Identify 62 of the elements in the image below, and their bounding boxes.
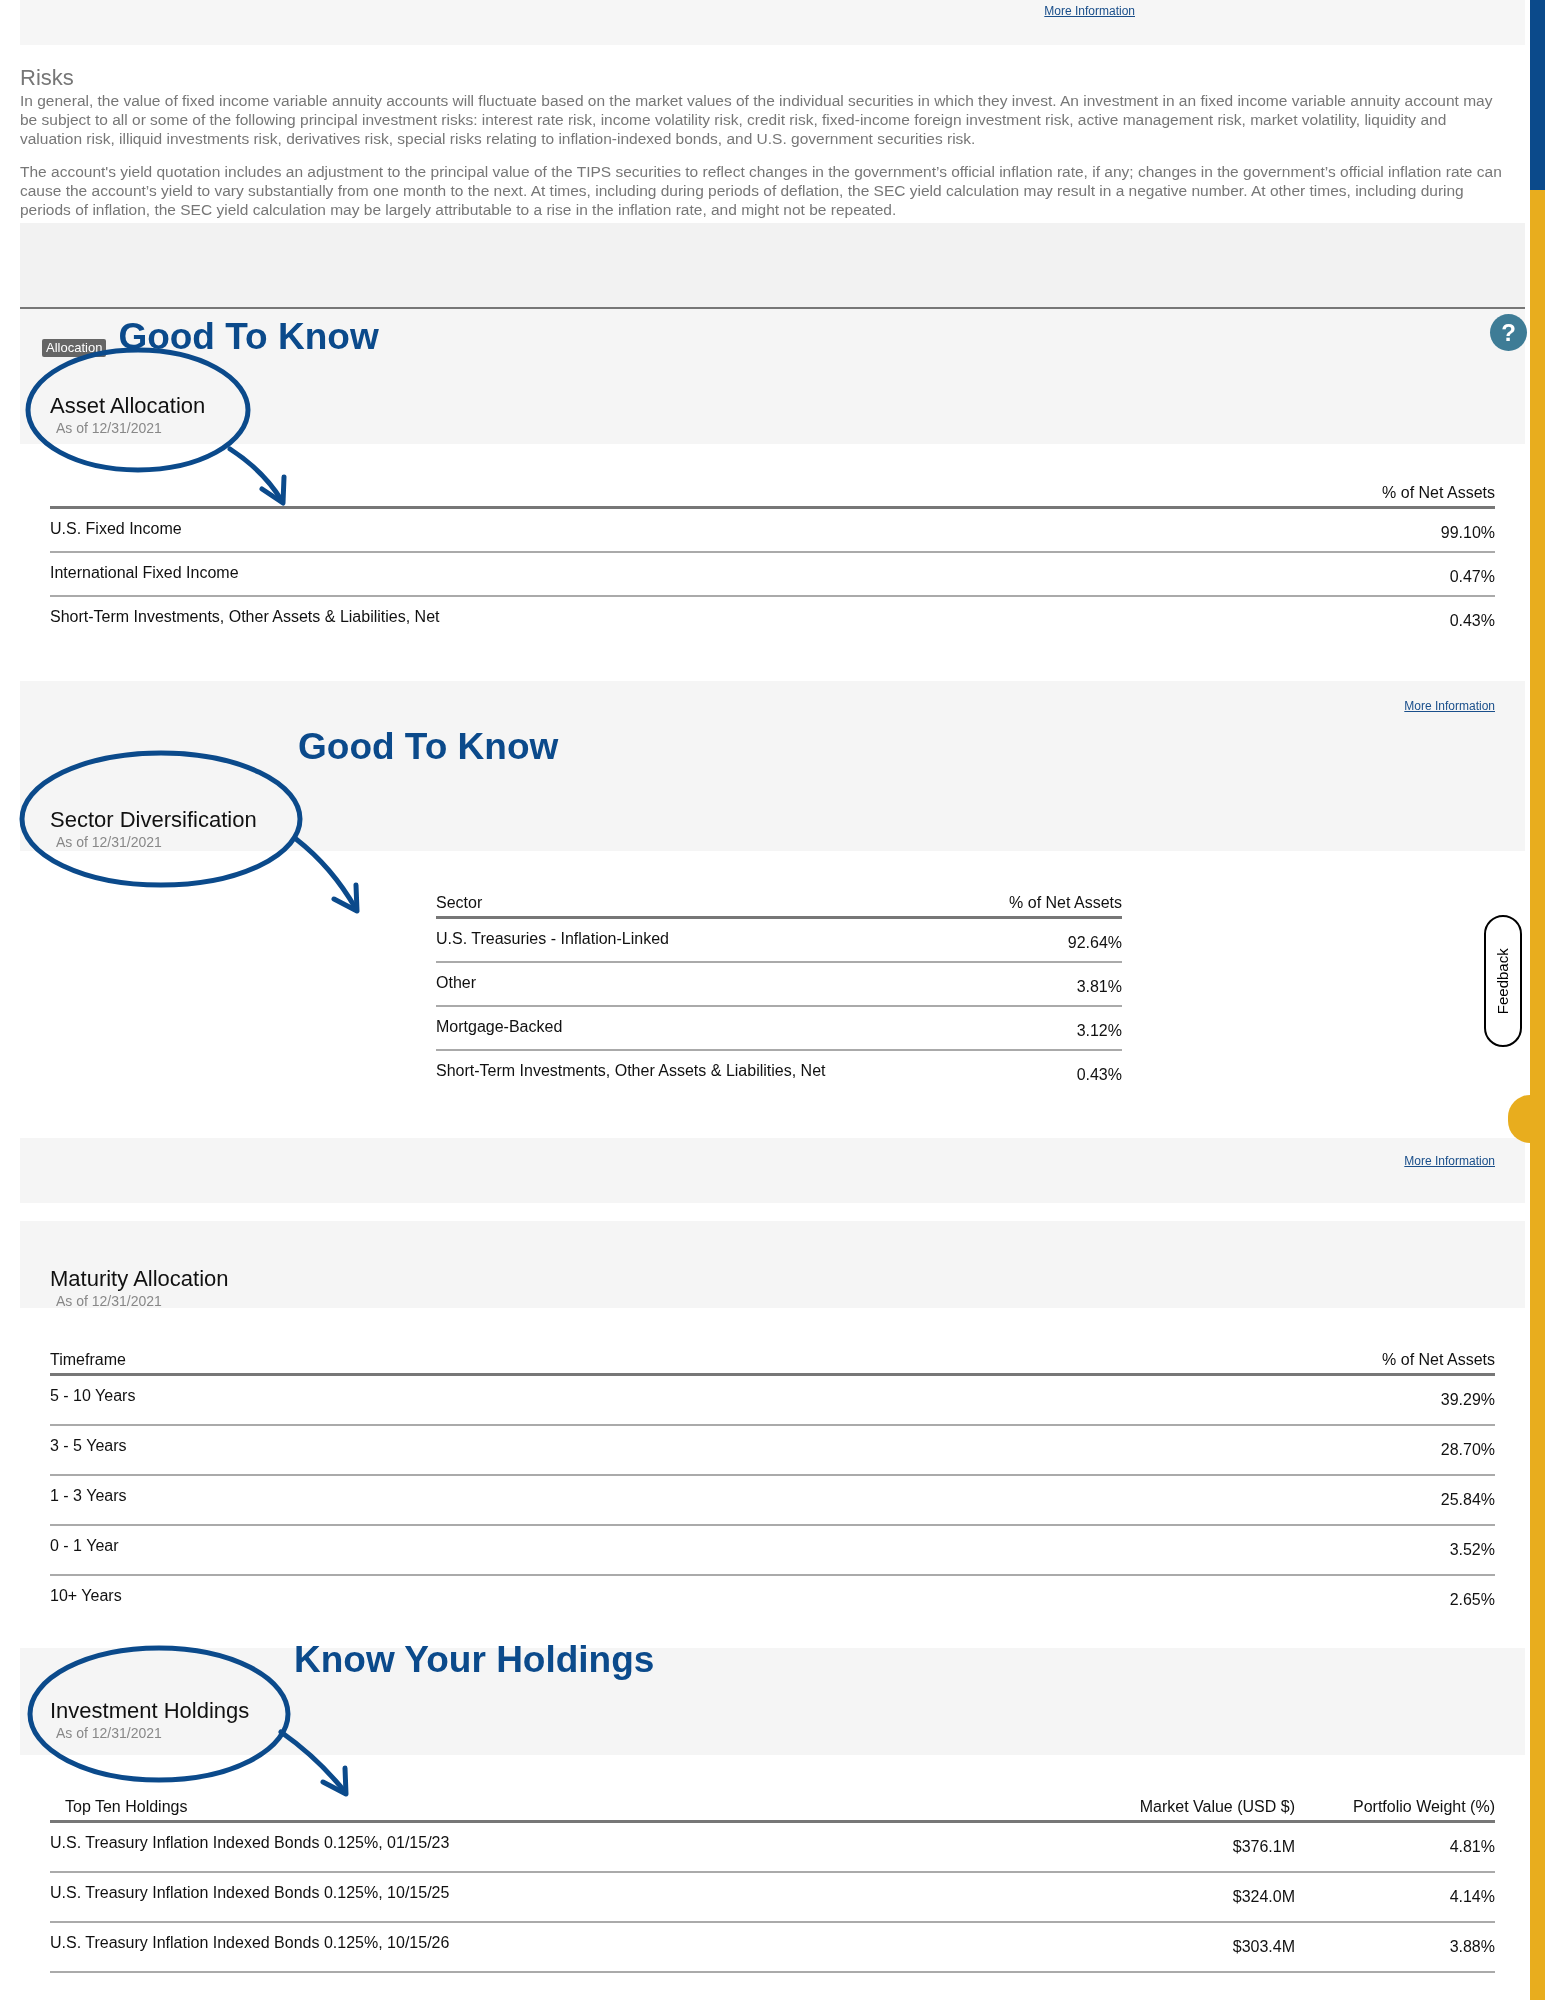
column-header: Top Ten Holdings [64, 1797, 189, 1817]
table-cell-text: 1 - 3 Years [50, 1486, 128, 1506]
table-cell-text: U.S. Treasury Inflation Indexed Bonds 0.125%, 01/15/23 [50, 1833, 451, 1853]
column-header: % of Net Assets [1008, 893, 1122, 913]
table-cell-text: Short-Term Investments, Other Assets & Liabilities, Net [436, 1061, 827, 1081]
table-cell-text: U.S. Fixed Income [50, 519, 183, 539]
table-cell-text: Other [436, 973, 477, 993]
more-information-link[interactable]: More Information [1404, 1152, 1495, 1203]
table-cell-text: 92.64% [1066, 933, 1122, 953]
column-header: % of Net Assets [1381, 1350, 1495, 1370]
as-of-date: As of 12/31/2021 [56, 419, 162, 437]
column-header: Portfolio Weight (%) [1352, 1797, 1495, 1817]
table-cell-text: 3.88% [1448, 1937, 1495, 1957]
as-of-date: As of 12/31/2021 [56, 833, 162, 851]
section-title: Maturity Allocation [50, 1266, 229, 1292]
column-header: Sector [436, 893, 484, 913]
table-cell-text: 99.10% [1439, 523, 1495, 543]
table-cell-text: 0 - 1 Year [50, 1536, 120, 1556]
annotation-heading: Know Your Holdings [294, 1640, 655, 1680]
section-title: Investment Holdings [50, 1698, 250, 1724]
more-information-link[interactable]: More Information [1404, 697, 1495, 763]
table-cell-text: 25.84% [1439, 1490, 1495, 1510]
table-cell-text: U.S. Treasury Inflation Indexed Bonds 0.125%, 10/15/25 [50, 1883, 451, 1903]
table-cell-text: U.S. Treasury Inflation Indexed Bonds 0.125%, 10/15/26 [50, 1933, 451, 1953]
table-cell-text: 0.43% [1448, 611, 1495, 631]
table-cell-text: 0.43% [1075, 1065, 1122, 1085]
section-title: Asset Allocation [50, 393, 206, 419]
as-of-date: As of 12/31/2021 [56, 1292, 162, 1310]
risks-paragraph: The account's yield quotation includes an adjustment to the principal value of the TIPS securities to reflect changes in the government’s official inflation rate, if any; changes in the government’s official inflation rate can cause the account’s yield to vary substantially from one month to the next. At times, including during periods of deflation, the SEC yield calculation may result in a negative number. At other times, including during periods of inflation, the SEC yield calculation may be largely attributable to a rise in the inflation rate, and might not be repeated. [20, 162, 1503, 219]
table-cell-text: 3.81% [1075, 977, 1122, 997]
table-cell-text: U.S. Treasuries - Inflation-Linked [436, 929, 670, 949]
table-cell-text: 39.29% [1439, 1390, 1495, 1410]
column-header: Timeframe [50, 1350, 127, 1370]
table-cell-text: 4.81% [1448, 1837, 1495, 1857]
section-title: Sector Diversification [50, 807, 257, 833]
table-cell-text: Mortgage-Backed [436, 1017, 564, 1037]
risks-title: Risks [20, 65, 75, 91]
table-cell-text: 28.70% [1439, 1440, 1495, 1460]
table-cell-text: Short-Term Investments, Other Assets & Liabilities, Net [50, 607, 441, 627]
table-cell-text: $303.4M [1231, 1937, 1295, 1957]
column-header: % of Net Assets [1381, 483, 1495, 503]
table-cell-text: 4.14% [1448, 1887, 1495, 1907]
table-cell-text: 0.47% [1448, 567, 1495, 587]
table-cell-text: 5 - 10 Years [50, 1386, 137, 1406]
annotation-heading: Good To Know [298, 727, 559, 767]
arrow-annotation [227, 446, 287, 506]
table-cell-text: 10+ Years [50, 1586, 123, 1606]
table-cell-text: International Fixed Income [50, 563, 240, 583]
table-cell-text: 3.12% [1075, 1021, 1122, 1041]
annotation-heading: Good To Know [118, 317, 379, 357]
table-cell-text: $376.1M [1231, 1837, 1295, 1857]
as-of-date: As of 12/31/2021 [56, 1724, 162, 1742]
table-cell-text: 3 - 5 Years [50, 1436, 128, 1456]
column-header: Market Value (USD $) [1138, 1797, 1295, 1817]
feedback-tab[interactable]: Feedback [1484, 915, 1522, 1047]
table-cell-text: 3.52% [1448, 1540, 1495, 1560]
table-cell-text: $324.0M [1231, 1887, 1295, 1907]
arrow-annotation [278, 1729, 349, 1797]
table-cell-text: 2.65% [1448, 1590, 1495, 1610]
more-information-link[interactable]: More Information [1044, 2, 1135, 45]
allocation-tag: Allocation [42, 339, 107, 357]
risks-paragraph: In general, the value of fixed income variable annuity accounts will fluctuate based on the market values of the individual securities in which they invest. An investment in an fixed income variable annuity account may be subject to all or some of the following principal investment risks: interest rate risk, income volatility risk, credit risk, fixed-income foreign investment risk, active management risk, market volatility, liquidity and valuation risk, illiquid investments risk, derivatives risk, special risks relating to inflation-indexed bonds, and U.S. government securities risk. [20, 91, 1494, 148]
